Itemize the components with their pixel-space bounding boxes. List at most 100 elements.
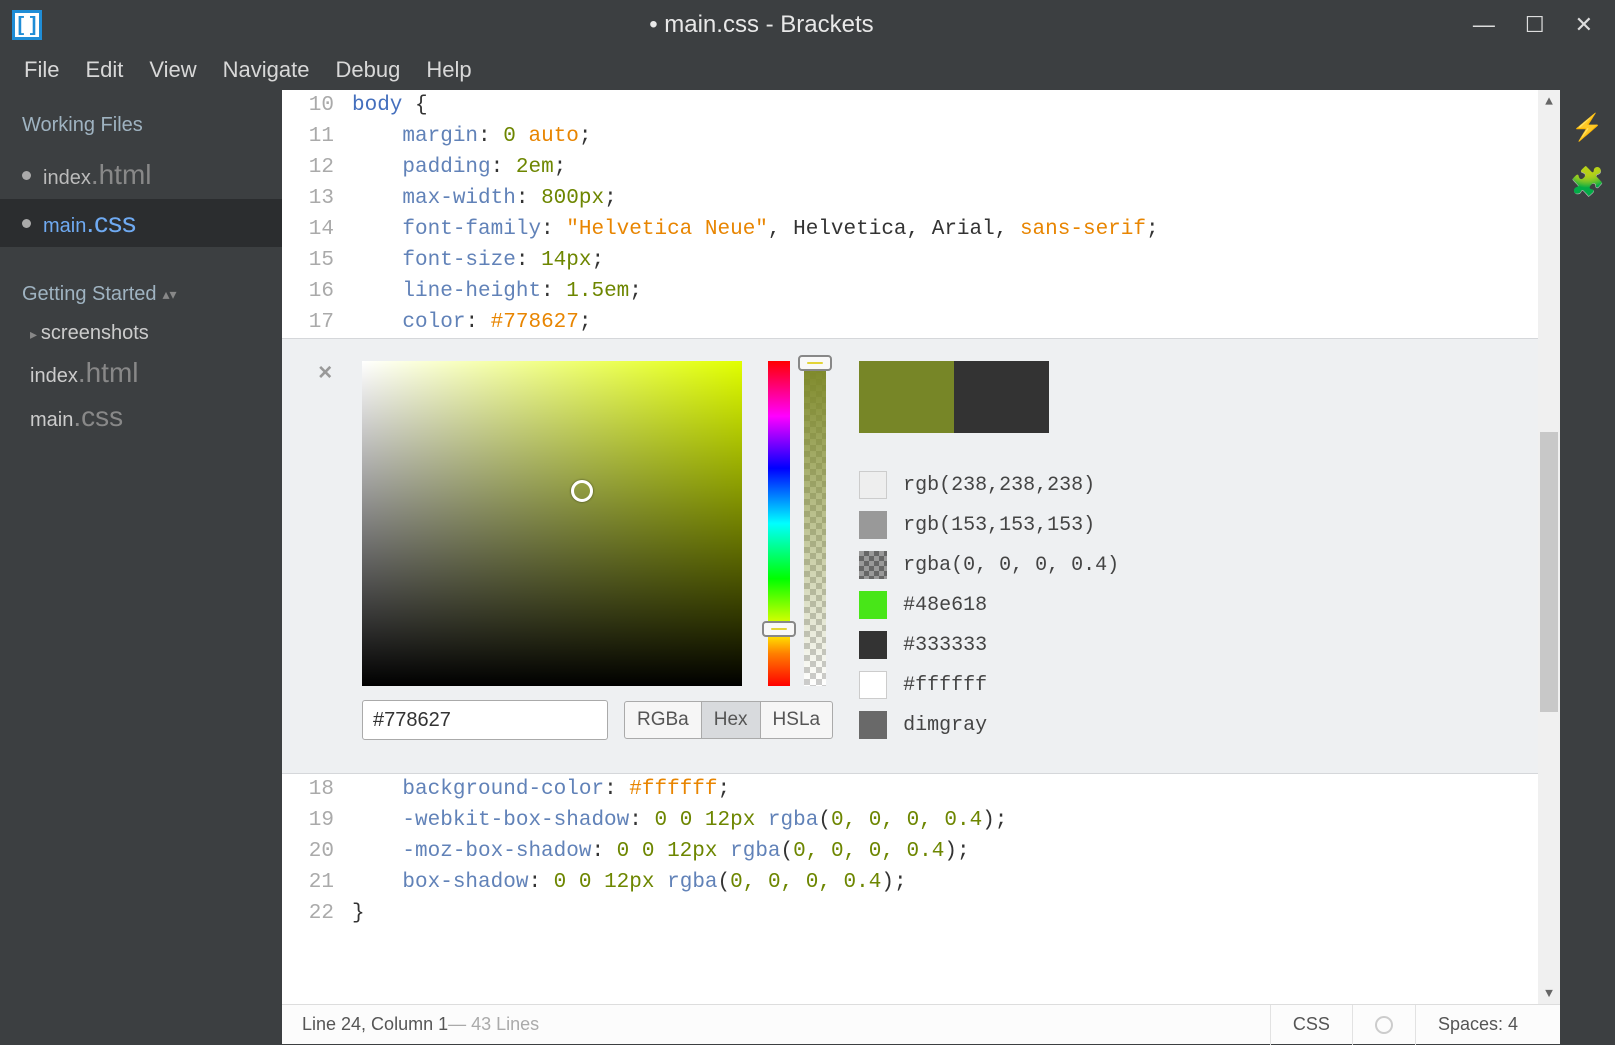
line-number: 15: [282, 245, 352, 276]
swatch-row[interactable]: rgb(238,238,238): [859, 471, 1119, 499]
close-icon[interactable]: ×: [318, 361, 332, 388]
code-line[interactable]: 18 background-color: #ffffff;: [282, 774, 1560, 805]
minimize-button[interactable]: —: [1473, 12, 1495, 38]
swatch-label: dimgray: [903, 714, 987, 737]
code-line[interactable]: 14 font-family: "Helvetica Neue", Helvet…: [282, 214, 1560, 245]
line-number: 17: [282, 307, 352, 338]
line-number: 11: [282, 121, 352, 152]
file-name: main.css: [43, 207, 136, 239]
sv-thumb[interactable]: [571, 480, 593, 502]
inspection-indicator[interactable]: [1352, 1005, 1415, 1045]
swatch-chip: [859, 591, 887, 619]
menu-navigate[interactable]: Navigate: [223, 57, 310, 83]
sidebar: Working Files index.html main.css Gettin…: [0, 90, 282, 1004]
hue-slider[interactable]: [768, 361, 790, 686]
window-controls: — ☐ ✕: [1473, 12, 1603, 38]
saturation-value-picker[interactable]: [362, 361, 742, 686]
menu-debug[interactable]: Debug: [336, 57, 401, 83]
close-button[interactable]: ✕: [1575, 12, 1593, 38]
code-line[interactable]: 15 font-size: 14px;: [282, 245, 1560, 276]
line-number: 14: [282, 214, 352, 245]
vertical-scrollbar[interactable]: ▲ ▼: [1538, 90, 1560, 1004]
swatch-label: #333333: [903, 634, 987, 657]
code-line[interactable]: 11 margin: 0 auto;: [282, 121, 1560, 152]
language-mode[interactable]: CSS: [1270, 1005, 1352, 1045]
format-hsla-button[interactable]: HSLa: [760, 701, 834, 739]
indent-setting[interactable]: Spaces: 4: [1415, 1005, 1540, 1045]
code-line[interactable]: 12 padding: 2em;: [282, 152, 1560, 183]
line-number: 13: [282, 183, 352, 214]
swatch-label: #ffffff: [903, 674, 987, 697]
original-color[interactable]: [954, 361, 1049, 433]
file-name: index.html: [43, 159, 152, 191]
window-title: • main.css - Brackets: [50, 11, 1473, 39]
editor[interactable]: 10 body { 11 margin: 0 auto; 12 padding:…: [282, 90, 1560, 1004]
app-icon: [ ]: [12, 10, 42, 40]
menu-help[interactable]: Help: [426, 57, 471, 83]
code-line[interactable]: 13 max-width: 800px;: [282, 183, 1560, 214]
new-color: [859, 361, 954, 433]
scroll-down-arrow[interactable]: ▼: [1538, 982, 1560, 1004]
project-dropdown-icon: ▴▾: [163, 286, 177, 303]
project-selector[interactable]: Getting Started ▴▾: [0, 247, 282, 316]
line-number: 10: [282, 90, 352, 121]
working-file-index[interactable]: index.html: [0, 151, 282, 199]
code-line[interactable]: 17 color: #778627;: [282, 307, 1560, 338]
color-value-input[interactable]: [362, 700, 608, 740]
alpha-slider[interactable]: [804, 361, 826, 686]
working-files-label: Working Files: [0, 100, 282, 151]
swatch-row[interactable]: rgb(153,153,153): [859, 511, 1119, 539]
code-line[interactable]: 16 line-height: 1.5em;: [282, 276, 1560, 307]
cursor-position[interactable]: Line 24, Column 1: [302, 1014, 448, 1035]
swatch-chip: [859, 631, 887, 659]
tree-item[interactable]: main.css: [0, 395, 282, 439]
swatch-chip: [859, 471, 887, 499]
dirty-dot: [22, 171, 31, 180]
tree-item[interactable]: index.html: [0, 351, 282, 395]
live-preview-icon[interactable]: ⚡: [1571, 112, 1603, 143]
working-file-main[interactable]: main.css: [0, 199, 282, 247]
statusbar: Line 24, Column 1 — 43 Lines CSS Spaces:…: [282, 1004, 1560, 1044]
swatch-label: #48e618: [903, 594, 987, 617]
code-line[interactable]: 10 body {: [282, 90, 1560, 121]
alpha-thumb[interactable]: [798, 355, 832, 371]
right-toolbar: ⚡ 🧩: [1560, 90, 1615, 1004]
scrollbar-thumb[interactable]: [1540, 432, 1558, 712]
current-color-swatch: [859, 361, 1049, 433]
format-rgba-button[interactable]: RGBa: [624, 701, 702, 739]
swatch-chip: [859, 511, 887, 539]
line-number: 16: [282, 276, 352, 307]
maximize-button[interactable]: ☐: [1525, 12, 1545, 38]
format-hex-button[interactable]: Hex: [701, 701, 761, 739]
tree-item[interactable]: screenshots: [0, 316, 282, 351]
hue-thumb[interactable]: [762, 621, 796, 637]
swatch-label: rgb(153,153,153): [903, 514, 1095, 537]
code-area[interactable]: 10 body { 11 margin: 0 auto; 12 padding:…: [282, 90, 1560, 1004]
extension-manager-icon[interactable]: 🧩: [1570, 165, 1605, 198]
inline-color-editor: ×: [282, 338, 1560, 774]
menu-file[interactable]: File: [24, 57, 59, 83]
code-line[interactable]: 22 }: [282, 898, 1560, 929]
code-line[interactable]: 19 -webkit-box-shadow: 0 0 12px rgba(0, …: [282, 805, 1560, 836]
swatch-label: rgb(238,238,238): [903, 474, 1095, 497]
dirty-dot: [22, 219, 31, 228]
swatch-row[interactable]: #ffffff: [859, 671, 1119, 699]
swatch-chip: [859, 711, 887, 739]
menu-view[interactable]: View: [149, 57, 196, 83]
line-number: 12: [282, 152, 352, 183]
code-line[interactable]: 20 -moz-box-shadow: 0 0 12px rgba(0, 0, …: [282, 836, 1560, 867]
swatch-row[interactable]: #333333: [859, 631, 1119, 659]
scroll-up-arrow[interactable]: ▲: [1538, 90, 1560, 112]
menubar: File Edit View Navigate Debug Help: [0, 50, 1615, 90]
swatch-chip: [859, 551, 887, 579]
line-count: — 43 Lines: [448, 1014, 539, 1035]
swatch-row[interactable]: dimgray: [859, 711, 1119, 739]
line-number: 22: [282, 898, 352, 929]
code-line[interactable]: 21 box-shadow: 0 0 12px rgba(0, 0, 0, 0.…: [282, 867, 1560, 898]
project-name: Getting Started: [22, 283, 157, 306]
format-button-group: RGBa Hex HSLa: [624, 701, 833, 739]
menu-edit[interactable]: Edit: [85, 57, 123, 83]
line-number: 20: [282, 836, 352, 867]
swatch-row[interactable]: #48e618: [859, 591, 1119, 619]
swatch-row[interactable]: rgba(0, 0, 0, 0.4): [859, 551, 1119, 579]
